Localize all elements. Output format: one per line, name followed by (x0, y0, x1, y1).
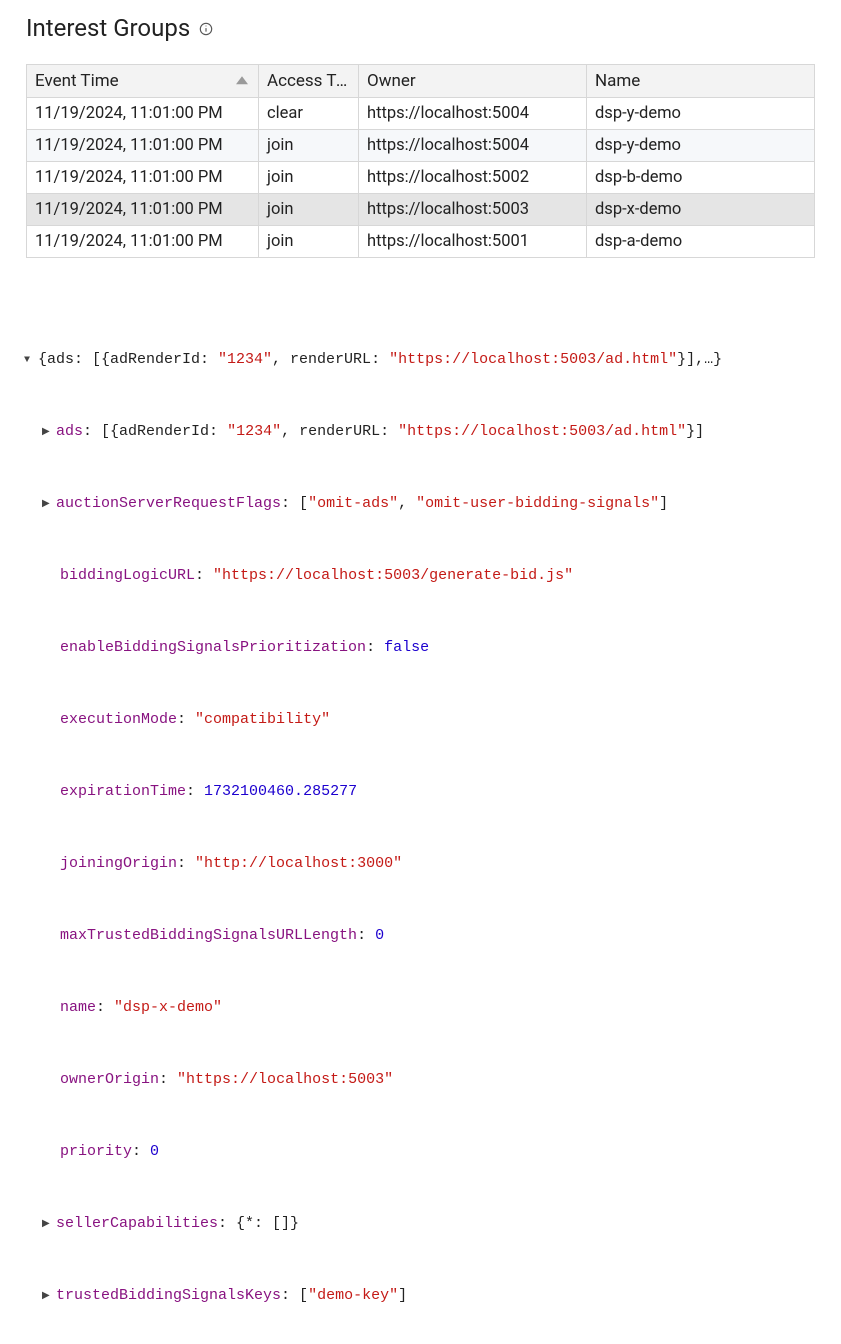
json-trustedBiddingSignalsKeys[interactable]: trustedBiddingSignalsKeys: ["demo-key"] (10, 1284, 831, 1308)
col-name[interactable]: Name (587, 65, 815, 98)
cell-name: dsp-x-demo (587, 194, 815, 226)
header: Interest Groups (26, 14, 815, 42)
table-row[interactable]: 11/19/2024, 11:01:00 PMjoinhttps://local… (27, 130, 815, 162)
table-row[interactable]: 11/19/2024, 11:01:00 PMjoinhttps://local… (27, 162, 815, 194)
disclosure-triangle-icon[interactable] (42, 420, 52, 444)
events-table: Event Time Access Ty… Owner Name 11/19/2… (26, 64, 815, 258)
json-expirationTime: expirationTime: 1732100460.285277 (10, 780, 831, 804)
cell-name: dsp-y-demo (587, 130, 815, 162)
page-title: Interest Groups (26, 14, 190, 42)
json-auctionServerRequestFlags[interactable]: auctionServerRequestFlags: ["omit-ads", … (10, 492, 831, 516)
table-header-row: Event Time Access Ty… Owner Name (27, 65, 815, 98)
cell-access: join (259, 226, 359, 258)
json-executionMode: executionMode: "compatibility" (10, 708, 831, 732)
json-enableBiddingSignalsPrioritization: enableBiddingSignalsPrioritization: fals… (10, 636, 831, 660)
cell-time: 11/19/2024, 11:01:00 PM (27, 130, 259, 162)
col-access-type[interactable]: Access Ty… (259, 65, 359, 98)
json-maxTrustedBiddingSignalsURLLength: maxTrustedBiddingSignalsURLLength: 0 (10, 924, 831, 948)
info-icon[interactable] (198, 21, 214, 37)
json-ownerOrigin: ownerOrigin: "https://localhost:5003" (10, 1068, 831, 1092)
cell-time: 11/19/2024, 11:01:00 PM (27, 226, 259, 258)
table-row[interactable]: 11/19/2024, 11:01:00 PMclearhttps://loca… (27, 98, 815, 130)
cell-owner: https://localhost:5002 (359, 162, 587, 194)
cell-owner: https://localhost:5003 (359, 194, 587, 226)
cell-access: clear (259, 98, 359, 130)
json-ads[interactable]: ads: [{adRenderId: "1234", renderURL: "h… (10, 420, 831, 444)
disclosure-triangle-icon[interactable] (24, 348, 34, 372)
cell-access: join (259, 130, 359, 162)
sort-descending-icon[interactable] (236, 76, 248, 84)
disclosure-triangle-icon[interactable] (42, 1284, 52, 1308)
json-root[interactable]: {ads: [{adRenderId: "1234", renderURL: "… (10, 348, 831, 372)
cell-time: 11/19/2024, 11:01:00 PM (27, 98, 259, 130)
json-joiningOrigin: joiningOrigin: "http://localhost:3000" (10, 852, 831, 876)
col-event-time-label: Event Time (35, 71, 119, 91)
cell-name: dsp-y-demo (587, 98, 815, 130)
json-biddingLogicURL: biddingLogicURL: "https://localhost:5003… (10, 564, 831, 588)
col-event-time[interactable]: Event Time (27, 65, 259, 98)
table-row[interactable]: 11/19/2024, 11:01:00 PMjoinhttps://local… (27, 226, 815, 258)
disclosure-triangle-icon[interactable] (42, 492, 52, 516)
col-owner[interactable]: Owner (359, 65, 587, 98)
cell-owner: https://localhost:5004 (359, 130, 587, 162)
cell-owner: https://localhost:5004 (359, 98, 587, 130)
table-row[interactable]: 11/19/2024, 11:01:00 PMjoinhttps://local… (27, 194, 815, 226)
cell-time: 11/19/2024, 11:01:00 PM (27, 162, 259, 194)
cell-time: 11/19/2024, 11:01:00 PM (27, 194, 259, 226)
cell-owner: https://localhost:5001 (359, 226, 587, 258)
disclosure-triangle-icon[interactable] (42, 1212, 52, 1236)
json-name: name: "dsp-x-demo" (10, 996, 831, 1020)
cell-access: join (259, 194, 359, 226)
json-priority: priority: 0 (10, 1140, 831, 1164)
json-details: {ads: [{adRenderId: "1234", renderURL: "… (0, 282, 841, 1344)
cell-name: dsp-b-demo (587, 162, 815, 194)
cell-name: dsp-a-demo (587, 226, 815, 258)
json-sellerCapabilities[interactable]: sellerCapabilities: {*: []} (10, 1212, 831, 1236)
cell-access: join (259, 162, 359, 194)
